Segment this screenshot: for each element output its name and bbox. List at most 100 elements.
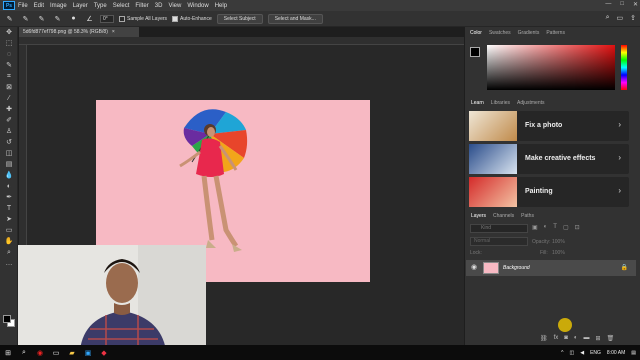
angle-icon[interactable]: ∠ xyxy=(84,14,95,24)
crop-tool-icon[interactable]: ⌗ xyxy=(0,71,18,82)
close-tab-icon[interactable]: × xyxy=(112,29,115,35)
menu-select[interactable]: Select xyxy=(110,3,133,9)
move-tool-icon[interactable]: ✥ xyxy=(0,27,18,38)
tray-arrow-icon[interactable]: ^ xyxy=(561,350,563,356)
volume-icon[interactable]: ◀ xyxy=(580,350,584,356)
document-tab[interactable]: 5d6fd877ef798.png @ 58.3% (RGB/8) × xyxy=(19,27,139,37)
zoom-tool-icon[interactable]: ⌕ xyxy=(0,247,18,258)
new-layer-icon[interactable]: ⊞ xyxy=(596,335,601,342)
close-window-button[interactable]: ✕ xyxy=(633,1,638,8)
type-tool-icon[interactable]: T xyxy=(0,203,18,214)
delete-layer-icon[interactable]: 🗑 xyxy=(607,335,615,342)
layer-row[interactable]: ◉ Background 🔒 xyxy=(466,260,636,276)
tab-layers[interactable]: Layers xyxy=(471,213,486,219)
learn-card-painting[interactable]: Painting › xyxy=(469,177,629,207)
tab-swatches[interactable]: Swatches xyxy=(489,30,511,36)
foreground-color-swatch[interactable] xyxy=(3,315,11,323)
notifications-icon[interactable]: ▤ xyxy=(631,350,636,356)
tab-libraries[interactable]: Libraries xyxy=(491,100,510,106)
menu-type[interactable]: Type xyxy=(91,3,110,9)
menu-3d[interactable]: 3D xyxy=(152,3,166,9)
menu-window[interactable]: Window xyxy=(184,3,211,9)
add-mask-icon[interactable]: ◙ xyxy=(564,335,568,342)
menu-image[interactable]: Image xyxy=(47,3,70,9)
maximize-button[interactable]: □ xyxy=(620,1,624,8)
eraser-tool-icon[interactable]: ◫ xyxy=(0,148,18,159)
brush-tool-icon[interactable]: ✐ xyxy=(0,115,18,126)
share-icon[interactable]: ⇪ xyxy=(630,14,636,22)
frame-tool-icon[interactable]: ⊠ xyxy=(0,82,18,93)
type-filter-icon[interactable]: T xyxy=(553,224,557,231)
menu-filter[interactable]: Filter xyxy=(132,3,151,9)
eye-icon[interactable]: ◉ xyxy=(471,263,477,271)
screen-recorder-icon[interactable]: ◉ xyxy=(32,345,48,360)
lasso-tool-icon[interactable]: ◌ xyxy=(0,49,18,60)
hand-tool-icon[interactable]: ✋ xyxy=(0,236,18,247)
search-icon[interactable]: ⌕ xyxy=(606,14,610,22)
menu-layer[interactable]: Layer xyxy=(70,3,91,9)
menu-edit[interactable]: Edit xyxy=(31,3,47,9)
shape-filter-icon[interactable]: ▢ xyxy=(563,224,569,231)
tab-adjustments[interactable]: Adjustments xyxy=(517,100,545,106)
hue-slider[interactable] xyxy=(621,45,627,90)
clone-stamp-tool-icon[interactable]: ♙ xyxy=(0,126,18,137)
network-icon[interactable]: ◫ xyxy=(569,350,574,356)
gradient-tool-icon[interactable]: ▤ xyxy=(0,159,18,170)
rectangle-tool-icon[interactable]: ▭ xyxy=(0,225,18,236)
more-tools-icon[interactable]: … xyxy=(0,258,18,269)
windows-start-icon[interactable]: ⊞ xyxy=(0,345,16,360)
auto-enhance-checkbox[interactable]: Auto-Enhance xyxy=(172,15,212,22)
new-group-icon[interactable]: ▬ xyxy=(584,335,590,342)
adjustment-layer-icon[interactable]: ◐ xyxy=(574,335,578,342)
angle-field[interactable]: 0° xyxy=(100,14,114,23)
tab-learn[interactable]: Learn xyxy=(471,100,484,106)
history-brush-tool-icon[interactable]: ↺ xyxy=(0,137,18,148)
dodge-tool-icon[interactable]: ◐ xyxy=(0,181,18,192)
menu-help[interactable]: Help xyxy=(212,3,230,9)
add-selection-icon[interactable]: ✎ xyxy=(36,14,47,24)
subtract-selection-icon[interactable]: ✎ xyxy=(52,14,63,24)
select-and-mask-button[interactable]: Select and Mask... xyxy=(267,13,323,24)
healing-brush-tool-icon[interactable]: ✚ xyxy=(0,104,18,115)
search-icon[interactable]: ⌕ xyxy=(16,345,32,360)
sample-all-layers-checkbox[interactable]: Sample All Layers xyxy=(119,15,167,22)
layer-name[interactable]: Background xyxy=(503,265,530,271)
workspace-icon[interactable]: ▭ xyxy=(617,14,624,22)
app-taskbar-icon[interactable]: ◆ xyxy=(96,345,112,360)
tab-gradients[interactable]: Gradients xyxy=(518,30,540,36)
color-panel-fg-swatch[interactable] xyxy=(470,47,480,57)
file-explorer-icon[interactable]: ▰ xyxy=(64,345,80,360)
blur-tool-icon[interactable]: 💧 xyxy=(0,170,18,181)
opacity-value[interactable]: 100% xyxy=(552,239,565,245)
new-selection-icon[interactable]: ✎ xyxy=(20,14,31,24)
tab-paths[interactable]: Paths xyxy=(521,213,534,219)
blend-mode-select[interactable]: Normal xyxy=(470,237,528,246)
brush-size-icon[interactable]: ● xyxy=(68,14,79,24)
clock[interactable]: 8:00 AM xyxy=(607,350,625,356)
language-indicator[interactable]: ENG xyxy=(590,350,601,356)
tab-patterns[interactable]: Patterns xyxy=(546,30,565,36)
menu-file[interactable]: File xyxy=(15,3,31,9)
link-layers-icon[interactable]: ⛓ xyxy=(540,335,548,342)
eyedropper-tool-icon[interactable]: ⁄ xyxy=(0,93,18,104)
path-selection-tool-icon[interactable]: ➤ xyxy=(0,214,18,225)
photoshop-taskbar-icon[interactable]: ▣ xyxy=(80,345,96,360)
layer-filter-input[interactable]: Kind xyxy=(470,224,528,233)
pixel-filter-icon[interactable]: ▣ xyxy=(532,224,538,231)
adjustment-filter-icon[interactable]: ◐ xyxy=(544,224,548,231)
pen-tool-icon[interactable]: ✒ xyxy=(0,192,18,203)
select-subject-button[interactable]: Select Subject xyxy=(216,13,263,24)
learn-card-creative-effects[interactable]: Make creative effects › xyxy=(469,144,629,174)
fill-value[interactable]: 100% xyxy=(552,250,565,256)
minimize-button[interactable]: — xyxy=(605,1,611,8)
quick-select-tool-icon[interactable]: ✎ xyxy=(4,14,15,24)
color-field[interactable] xyxy=(487,45,615,90)
tab-channels[interactable]: Channels xyxy=(493,213,514,219)
tab-color[interactable]: Color xyxy=(470,30,482,36)
fx-icon[interactable]: fx xyxy=(554,335,559,342)
learn-card-fix-photo[interactable]: Fix a photo › xyxy=(469,111,629,141)
task-view-icon[interactable]: ▭ xyxy=(48,345,64,360)
quick-selection-tool-icon[interactable]: ✎ xyxy=(0,60,18,71)
marquee-tool-icon[interactable]: ⬚ xyxy=(0,38,18,49)
smart-object-filter-icon[interactable]: ⊡ xyxy=(575,224,580,231)
